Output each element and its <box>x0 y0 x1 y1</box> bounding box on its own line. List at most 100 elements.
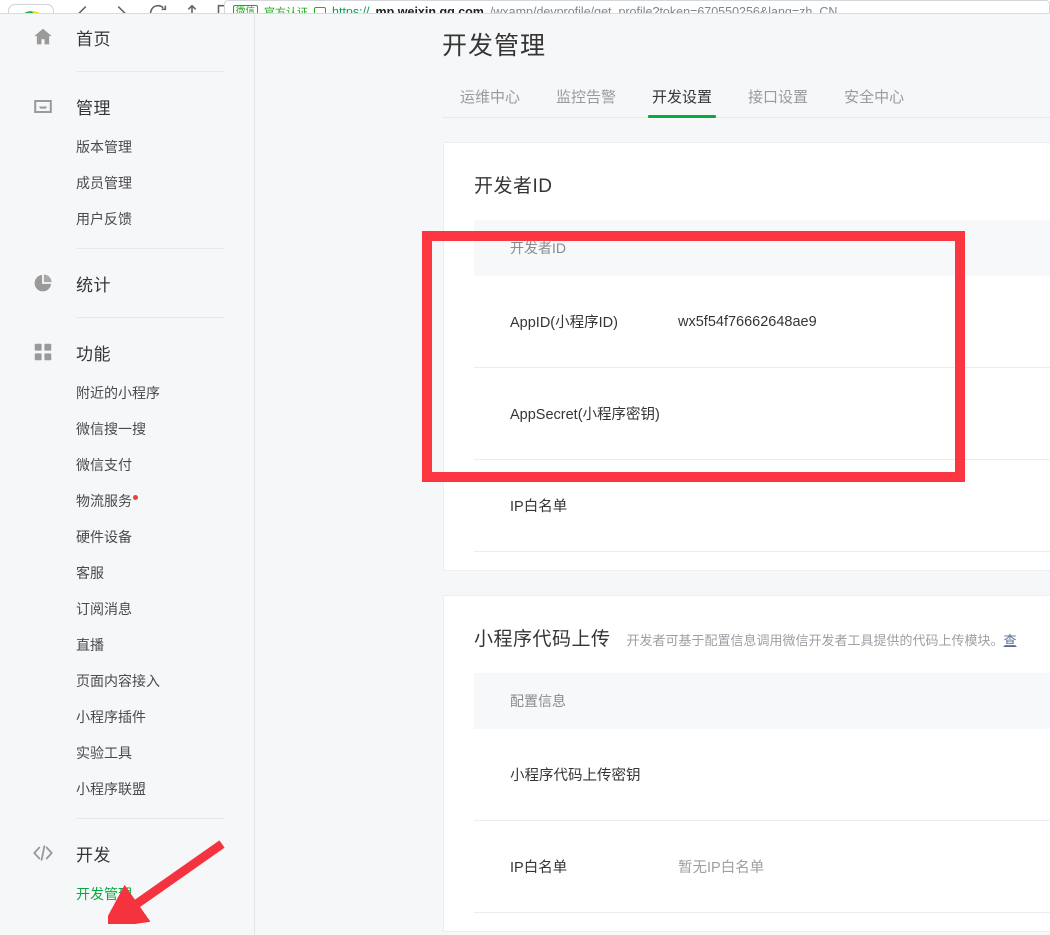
card-小程序代码上传: 小程序代码上传 开发者可基于配置信息调用微信开发者工具提供的代码上传模块。查配置信… <box>443 595 1050 932</box>
card-header: 小程序代码上传 开发者可基于配置信息调用微信开发者工具提供的代码上传模块。查 <box>444 596 1050 651</box>
card-list: 开发者ID 开发者ID AppID(小程序ID) wx5f54f76662648ae9… <box>256 142 1050 932</box>
sidebar-item-功能[interactable]: 功能 <box>0 329 254 375</box>
sidebar-subitem-附近的小程序[interactable]: 附近的小程序 <box>0 375 254 411</box>
inbox-icon <box>32 95 54 117</box>
sidebar: 首页管理版本管理成员管理用户反馈统计功能附近的小程序 微信搜一搜微信支付物流服务硬… <box>0 14 255 935</box>
sidebar-group-统计: 统计 <box>0 260 254 318</box>
app-root: 微信 官方认证 https:// mp.weixin.qq.com/wxamp/d… <box>0 0 1050 935</box>
table-row: AppID(小程序ID) wx5f54f76662648ae9 <box>474 276 1050 368</box>
verified-badge: 微信 <box>233 5 259 13</box>
sidebar-subitem-label: 附近的小程序 <box>76 385 160 401</box>
sidebar-subitem-物流服务[interactable]: 物流服务 <box>0 483 254 519</box>
sidebar-subitem-直播[interactable]: 直播 <box>0 627 254 663</box>
card-description-text: 开发者可基于配置信息调用微信开发者工具提供的代码上传模块。 <box>626 633 1004 648</box>
row-label: IP白名单 <box>510 860 568 876</box>
sidebar-group-管理: 管理版本管理成员管理用户反馈 <box>0 83 254 249</box>
grid-icon <box>32 341 54 363</box>
sidebar-subitem-label: 微信支付 <box>76 457 132 473</box>
share-icon[interactable] <box>181 2 203 14</box>
sidebar-item-管理[interactable]: 管理 <box>0 83 254 129</box>
home-icon <box>32 26 54 48</box>
tab-开发设置[interactable]: 开发设置 <box>634 86 730 118</box>
tab-favicon-icon <box>21 11 43 13</box>
sidebar-subitem-版本管理[interactable]: 版本管理 <box>0 129 254 165</box>
card-description-link[interactable]: 查 <box>1004 633 1017 648</box>
sidebar-subitem-订阅消息[interactable]: 订阅消息 <box>0 591 254 627</box>
sidebar-group-label: 统计 <box>76 275 111 295</box>
sidebar-subitem-label: 小程序联盟 <box>76 781 146 797</box>
settings-table: 配置信息小程序代码上传密钥 IP白名单 暂无IP白名单 <box>474 673 1050 913</box>
sidebar-subitem-label: 开发管理 <box>76 886 132 902</box>
row-value: 暂无IP白名单 <box>678 860 765 876</box>
new-badge-icon <box>133 495 138 501</box>
sidebar-subitem-微信搜一搜[interactable]: 微信搜一搜 <box>0 411 254 447</box>
sidebar-subitem-小程序联盟[interactable]: 小程序联盟 <box>0 771 254 807</box>
sidebar-divider <box>76 71 224 72</box>
forward-icon[interactable] <box>110 2 132 14</box>
sidebar-subitem-硬件设备[interactable]: 硬件设备 <box>0 519 254 555</box>
reload-icon[interactable] <box>147 2 169 14</box>
tab-bar: 运维中心 监控告警 开发设置 接口设置 安全中心 <box>442 84 1050 118</box>
row-value: wx5f54f76662648ae9 <box>678 313 817 330</box>
table-row: IP白名单 <box>474 460 1050 552</box>
row-label: 小程序代码上传密钥 <box>510 768 641 784</box>
sidebar-group-label: 管理 <box>76 98 111 118</box>
sidebar-subitem-label: 成员管理 <box>76 175 132 191</box>
table-header: 配置信息 <box>474 673 1050 729</box>
sidebar-item-首页[interactable]: 首页 <box>0 14 254 60</box>
lock-icon <box>314 7 327 13</box>
tab-监控告警[interactable]: 监控告警 <box>538 86 634 117</box>
page-body: 首页管理版本管理成员管理用户反馈统计功能附近的小程序 微信搜一搜微信支付物流服务硬… <box>0 14 1050 935</box>
sidebar-group-label: 开发 <box>76 845 111 865</box>
url-host: mp.weixin.qq.com <box>375 5 484 14</box>
card-header: 开发者ID <box>444 143 1050 198</box>
back-icon[interactable] <box>72 2 94 14</box>
sidebar-group-功能: 功能附近的小程序 微信搜一搜微信支付物流服务硬件设备客服订阅消息直播 页面内容接入小… <box>0 329 254 819</box>
sidebar-subitem-微信支付[interactable]: 微信支付 <box>0 447 254 483</box>
sidebar-subitem-客服[interactable]: 客服 <box>0 555 254 591</box>
sidebar-divider <box>76 317 224 318</box>
browser-tab[interactable] <box>8 4 54 13</box>
sidebar-subitem-label: 版本管理 <box>76 139 132 155</box>
table-header: 开发者ID <box>474 220 1050 276</box>
row-label: IP白名单 <box>510 499 568 515</box>
sidebar-item-开发[interactable]: 开发 <box>0 830 254 876</box>
verified-badge-text: 官方认证 <box>264 7 309 14</box>
table-row: 小程序代码上传密钥 <box>474 729 1050 821</box>
sidebar-subitem-label: 硬件设备 <box>76 529 132 545</box>
sidebar-subitem-label: 订阅消息 <box>76 601 132 617</box>
settings-table: 开发者ID AppID(小程序ID) wx5f54f76662648ae9 AppSe… <box>474 220 1050 552</box>
browser-toolbar: 微信 官方认证 https:// mp.weixin.qq.com/wxamp/d… <box>0 0 1050 14</box>
sidebar-subitem-label: 客服 <box>76 565 104 581</box>
tab-运维中心[interactable]: 运维中心 <box>442 86 538 117</box>
tab-安全中心[interactable]: 安全中心 <box>826 86 922 117</box>
address-bar[interactable]: 微信 官方认证 https:// mp.weixin.qq.com/wxamp/d… <box>224 0 1050 14</box>
sidebar-divider <box>76 818 224 819</box>
table-row: AppSecret(小程序密钥) <box>474 368 1050 460</box>
sidebar-subitem-label: 用户反馈 <box>76 211 132 227</box>
row-label: AppID(小程序ID) <box>510 315 618 331</box>
card-title: 开发者ID <box>474 176 553 197</box>
sidebar-subitem-label: 小程序插件 <box>76 709 146 725</box>
row-label: AppSecret(小程序密钥) <box>510 407 660 423</box>
sidebar-subitem-小程序插件[interactable]: 小程序插件 <box>0 699 254 735</box>
card-开发者ID: 开发者ID 开发者ID AppID(小程序ID) wx5f54f76662648ae9… <box>443 142 1050 571</box>
sidebar-subitem-label: 物流服务 <box>76 493 132 509</box>
sidebar-group-首页: 首页 <box>0 14 254 72</box>
code-icon <box>32 842 54 864</box>
sidebar-divider <box>76 248 224 249</box>
card-description: 开发者可基于配置信息调用微信开发者工具提供的代码上传模块。查 <box>627 630 1017 649</box>
sidebar-subitem-label: 实验工具 <box>76 745 132 761</box>
url-path: /wxamp/devprofile/get_profile?token=6705… <box>489 5 838 14</box>
sidebar-subitem-用户反馈[interactable]: 用户反馈 <box>0 201 254 237</box>
sidebar-subitem-label: 微信搜一搜 <box>76 421 146 437</box>
sidebar-subitem-实验工具[interactable]: 实验工具 <box>0 735 254 771</box>
sidebar-group-label: 首页 <box>76 29 111 49</box>
sidebar-subitem-页面内容接入[interactable]: 页面内容接入 <box>0 663 254 699</box>
url-scheme: https:// <box>332 5 370 14</box>
tab-接口设置[interactable]: 接口设置 <box>730 86 826 117</box>
card-title: 小程序代码上传 <box>474 629 611 650</box>
sidebar-subitem-成员管理[interactable]: 成员管理 <box>0 165 254 201</box>
sidebar-item-统计[interactable]: 统计 <box>0 260 254 306</box>
sidebar-subitem-开发管理[interactable]: 开发管理 <box>0 876 254 912</box>
